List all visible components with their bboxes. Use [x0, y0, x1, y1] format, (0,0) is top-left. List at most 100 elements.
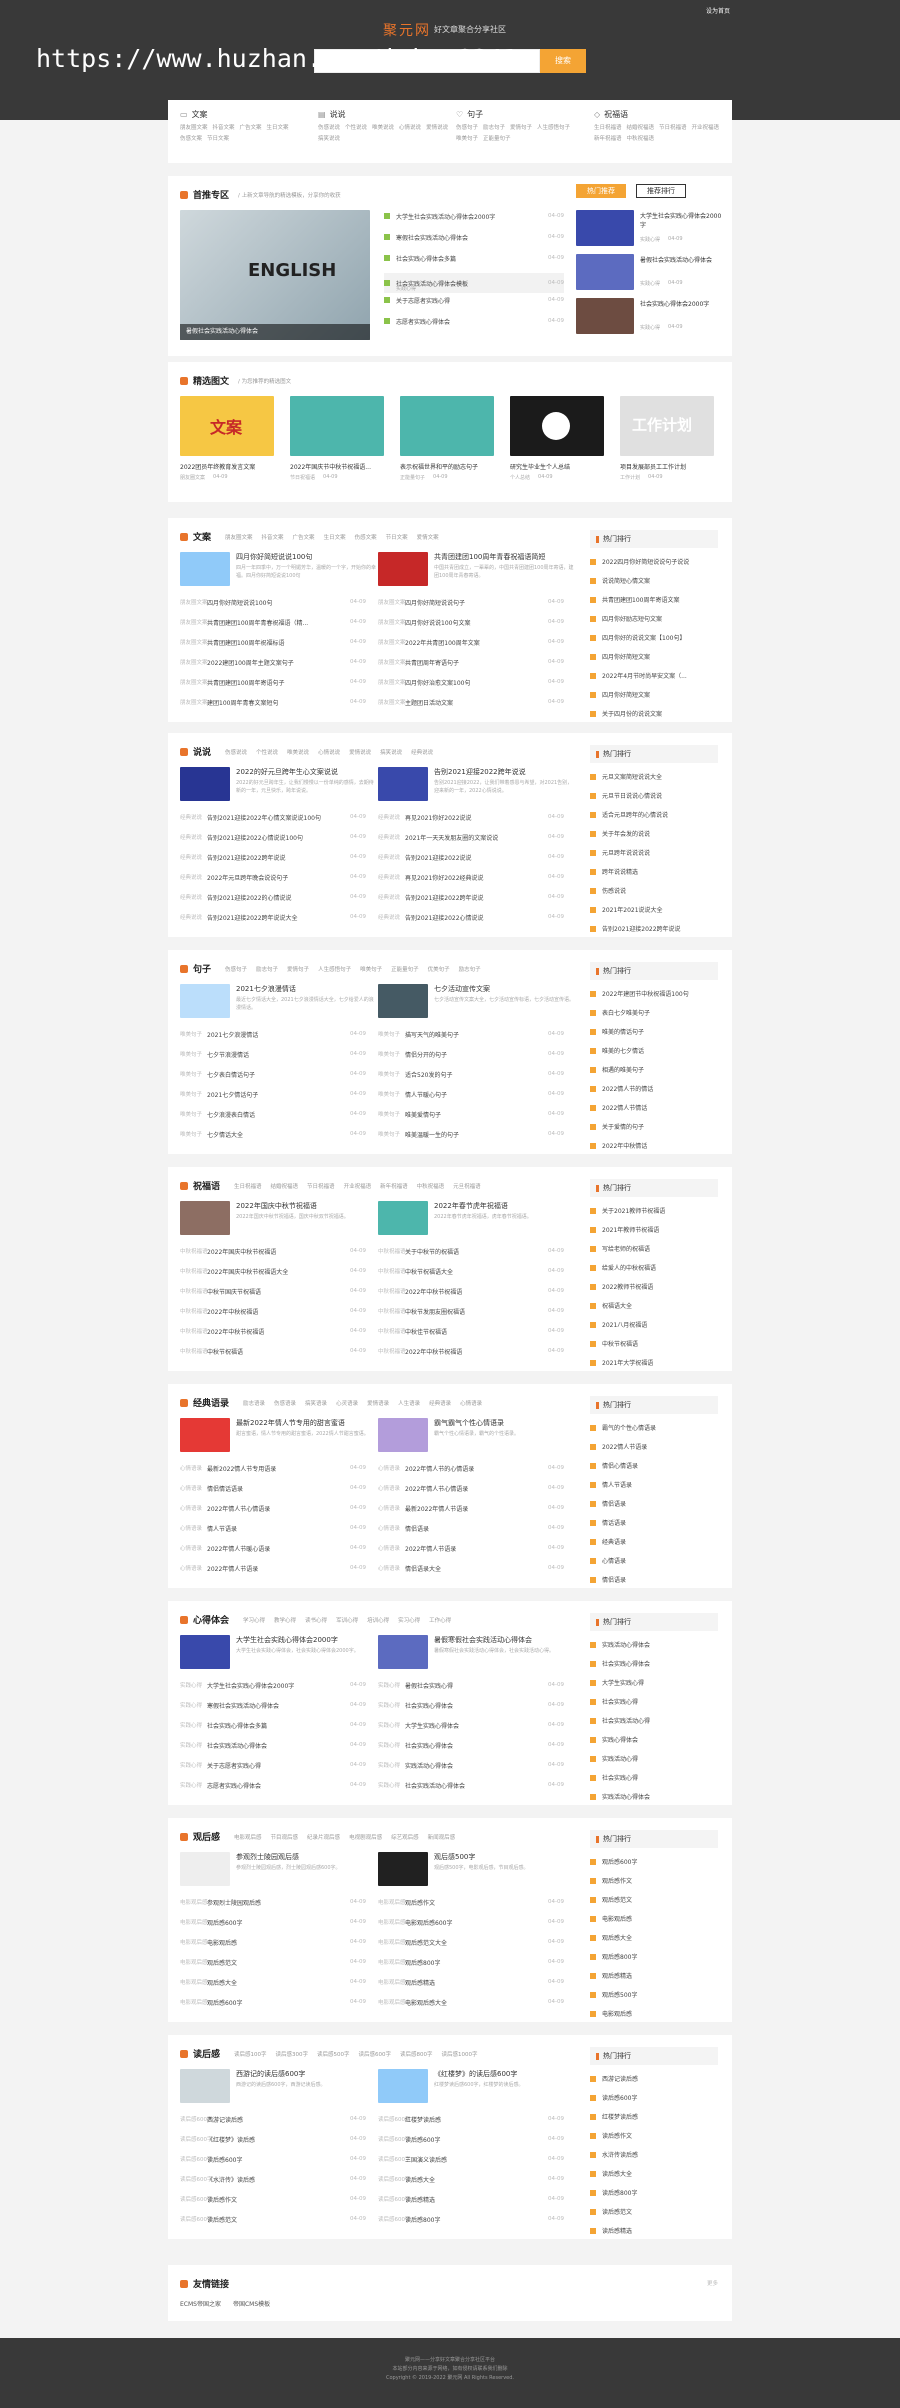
ranking-item[interactable]: 告别2021迎接2022跨年说说 [590, 923, 718, 934]
row-category[interactable]: 电影观后感 [378, 1918, 406, 1926]
ranking-item[interactable]: 读后感精选 [590, 2225, 718, 2236]
ranking-title[interactable]: 实践活动心得 [602, 1754, 638, 1763]
list-row[interactable]: 中秋祝福语 2022年国庆中秋节祝福语大全 04-09 [180, 1265, 366, 1277]
section-tag[interactable]: 培训心得 [367, 1616, 389, 1624]
row-title[interactable]: 社会实践活动心得体会 [405, 1781, 548, 1790]
ranking-title[interactable]: 社会实践心得 [602, 1773, 638, 1782]
row-category[interactable]: 心情语录 [180, 1544, 207, 1552]
row-category[interactable]: 中秋祝福语 [378, 1267, 406, 1275]
list-row[interactable]: 经典说说 2021年一天天发朋友圈的文案说说 04-09 [378, 831, 564, 843]
featured-item[interactable]: 关于志愿者实践心得 04-09 [384, 294, 564, 306]
gallery-thumb[interactable]: 工作计划 [620, 396, 714, 456]
list-row[interactable]: 心情语录 2022年情人节暖心语录 04-09 [180, 1542, 366, 1554]
row-category[interactable]: 读后感600字 [378, 2195, 411, 2203]
list-row[interactable]: 经典说说 再见2021你好2022经典说说 04-09 [378, 871, 564, 883]
row-title[interactable]: 电影观后感600字 [405, 1918, 548, 1927]
row-category[interactable]: 中秋祝福语 [180, 1327, 208, 1335]
row-category[interactable]: 中秋祝福语 [378, 1247, 406, 1255]
ranking-item[interactable]: 红楼梦读后感 [590, 2111, 718, 2122]
list-row[interactable]: 心情语录 情侣情话语录 04-09 [180, 1482, 366, 1494]
row-title[interactable]: 社会实践心得体会 [405, 1701, 548, 1710]
section-tag[interactable]: 读后感100字 [234, 2050, 267, 2058]
ranking-item[interactable]: 观后感800字 [590, 1951, 718, 1962]
article-thumb[interactable] [180, 1201, 230, 1235]
list-row[interactable]: 电影观后感 观后感600字 04-09 [180, 1916, 366, 1928]
ranking-item[interactable]: 元旦跨年说说说说 [590, 847, 718, 858]
ranking-item[interactable]: 电影观后感 [590, 1913, 718, 1924]
list-row[interactable]: 唯美句子 情侣分开的句子 04-09 [378, 1048, 564, 1060]
row-title[interactable]: 四月你好说说100句文案 [405, 618, 548, 627]
featured-item-title[interactable]: 寒假社会实践活动心得体会 [396, 233, 548, 242]
section-tag[interactable]: 励志句子 [459, 965, 481, 973]
list-row[interactable]: 读后感600字 读后感大全 04-09 [378, 2173, 564, 2185]
ranking-item[interactable]: 2022情人节的情话 [590, 1083, 718, 1094]
ranking-item[interactable]: 2021年大学祝福语 [590, 1357, 718, 1368]
row-title[interactable]: 2022年中秋节祝福语 [207, 1327, 350, 1336]
ranking-item[interactable]: 心情语录 [590, 1555, 718, 1566]
ranking-title[interactable]: 关于年会发的说说 [602, 829, 650, 838]
row-title[interactable]: 2022年情人节心情语录 [207, 1504, 350, 1513]
article-title[interactable]: 告别2021迎接2022跨年说说 [434, 767, 574, 777]
row-category[interactable]: 电影观后感 [180, 1998, 208, 2006]
ranking-title[interactable]: 社会实践心得 [602, 1697, 638, 1706]
list-row[interactable]: 读后感600字 读后感范文 04-09 [180, 2213, 366, 2225]
ranking-title[interactable]: 观后感作文 [602, 1876, 632, 1885]
ranking-title[interactable]: 情侣语录 [602, 1499, 626, 1508]
row-title[interactable]: 观后感大全 [207, 1978, 350, 1987]
ranking-title[interactable]: 2022年中秋情话 [602, 1141, 647, 1150]
list-row[interactable]: 读后感600字 读后感作文 04-09 [180, 2193, 366, 2205]
row-category[interactable]: 唯美句子 [180, 1030, 207, 1038]
list-row[interactable]: 经典说说 告别2021迎接2022跨年说说 04-09 [378, 891, 564, 903]
featured-thumb[interactable] [576, 298, 634, 334]
category-header[interactable]: ▭ 文案 [180, 108, 312, 120]
list-row[interactable]: 实践心得 大学生实践心得体会 04-09 [378, 1719, 564, 1731]
ranking-item[interactable]: 2021年教师节祝福语 [590, 1224, 718, 1235]
row-category[interactable]: 电影观后感 [378, 1998, 406, 2006]
list-row[interactable]: 读后感600字 《红楼梦》读后感 04-09 [180, 2133, 366, 2145]
row-title[interactable]: 中秋节发朋友圈祝福语 [405, 1307, 548, 1316]
row-title[interactable]: 中秋节祝福语 [207, 1347, 350, 1356]
category-link[interactable]: 伤感说说 [318, 123, 340, 134]
list-row[interactable]: 朋友圈文案 2022年共青团100周年文案 04-09 [378, 636, 564, 648]
row-title[interactable]: 读后感800字 [405, 2215, 548, 2224]
article-title[interactable]: 最新2022年情人节专用的甜言蜜语 [236, 1418, 376, 1428]
ranking-item[interactable]: 情侣语录 [590, 1498, 718, 1509]
row-category[interactable]: 朋友圈文案 [378, 598, 406, 606]
list-row[interactable]: 经典说说 告别2021迎接2022说说 04-09 [378, 851, 564, 863]
ranking-title[interactable]: 读后感800字 [602, 2188, 637, 2197]
row-title[interactable]: 描写天气的唯美句子 [405, 1030, 548, 1039]
category-header[interactable]: ♡ 句子 [456, 108, 588, 120]
row-title[interactable]: 暑假社会实践心得 [405, 1681, 548, 1690]
list-row[interactable]: 唯美句子 适合520发的句子 04-09 [378, 1068, 564, 1080]
section-tag[interactable]: 开业祝福语 [344, 1182, 372, 1190]
list-row[interactable]: 实践心得 志愿者实践心得体会 04-09 [180, 1779, 366, 1791]
row-category[interactable]: 电影观后感 [378, 1938, 406, 1946]
row-title[interactable]: 2022年情人节暖心语录 [207, 1544, 350, 1553]
list-row[interactable]: 经典说说 告别2021迎接2022跨年说说 04-09 [180, 851, 366, 863]
category-name[interactable]: 句子 [467, 109, 483, 120]
section-tag[interactable]: 读后感800字 [400, 2050, 433, 2058]
category-link[interactable]: 伤感句子 [456, 123, 478, 134]
section-tag[interactable]: 生日祝福语 [234, 1182, 262, 1190]
list-row[interactable]: 电影观后感 电影观后感大全 04-09 [378, 1996, 564, 2008]
ranking-item[interactable]: 2022年中秋情话 [590, 1140, 718, 1151]
article-title[interactable]: 《红楼梦》的读后感600字 [434, 2069, 574, 2079]
ranking-title[interactable]: 四月你好的说说文案【100句】 [602, 633, 685, 642]
ranking-item[interactable]: 读后感作文 [590, 2130, 718, 2141]
row-category[interactable]: 经典说说 [378, 833, 405, 841]
section-tag[interactable]: 新年祝福语 [380, 1182, 408, 1190]
list-row[interactable]: 中秋祝福语 中秋节国庆节祝福语 04-09 [180, 1285, 366, 1297]
list-row[interactable]: 实践心得 暑假社会实践心得 04-09 [378, 1679, 564, 1691]
article-thumb[interactable] [378, 767, 428, 801]
section-title[interactable]: 说说 [193, 745, 211, 758]
list-row[interactable]: 中秋祝福语 中秋节发朋友圈祝福语 04-09 [378, 1305, 564, 1317]
row-category[interactable]: 实践心得 [378, 1721, 405, 1729]
list-row[interactable]: 朋友圈文案 共青团周年寄语句子 04-09 [378, 656, 564, 668]
list-row[interactable]: 心情语录 2022年情人节心情语录 04-09 [180, 1502, 366, 1514]
ranking-item[interactable]: 社会实践活动心得 [590, 1715, 718, 1726]
section-tag[interactable]: 励志语录 [243, 1399, 265, 1407]
list-row[interactable]: 唯美句子 描写天气的唯美句子 04-09 [378, 1028, 564, 1040]
ranking-item[interactable]: 相遇的唯美句子 [590, 1064, 718, 1075]
meta-category[interactable]: 实践心得 [640, 280, 660, 287]
section-tag[interactable]: 结婚祝福语 [271, 1182, 299, 1190]
